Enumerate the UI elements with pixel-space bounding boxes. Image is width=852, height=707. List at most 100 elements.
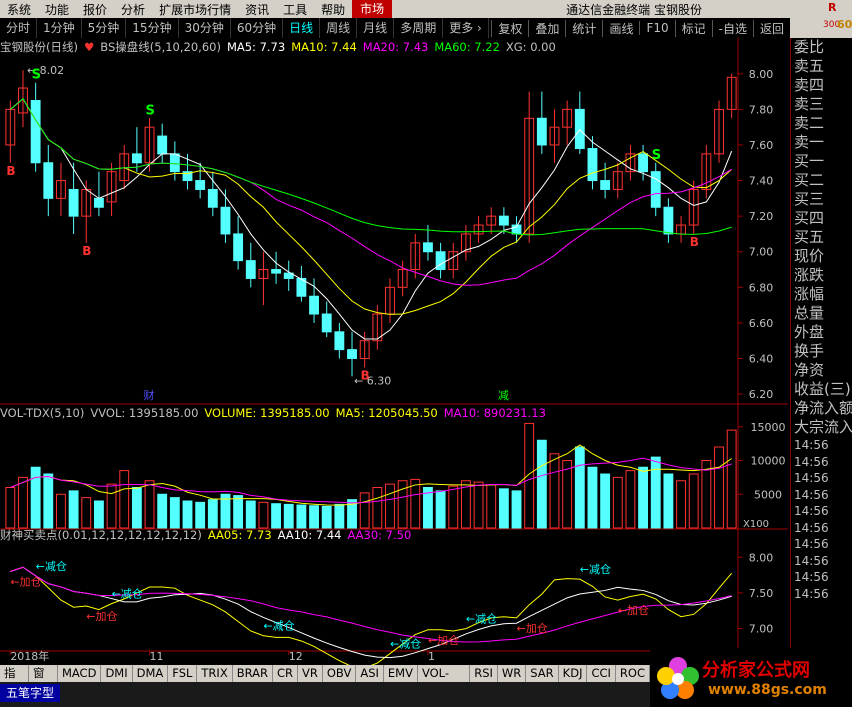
tab-rsi[interactable]: RSI: [470, 665, 498, 682]
volume-bar-down: [334, 503, 345, 529]
stats-button[interactable]: 统计: [565, 19, 602, 37]
chart-area[interactable]: 8.00 7.80 7.60 7.40 7.20 7.00 6.80 6.60 6.40 6.20…: [0, 38, 790, 665]
tab-kdj[interactable]: KDJ: [559, 665, 588, 682]
volume-bar-up: [56, 493, 66, 529]
corner-r: R: [828, 1, 837, 14]
low-price-label: ← 6.30: [354, 374, 391, 387]
buy-signal: B: [6, 164, 15, 178]
tab-obv[interactable]: OBV: [323, 665, 357, 682]
menu-item-extended-market[interactable]: 扩展市场行情: [152, 1, 238, 18]
candle-down: [600, 180, 611, 190]
overlay-button[interactable]: 叠加: [528, 19, 565, 37]
volume-bar-up: [372, 487, 383, 529]
volume-bar-up: [18, 476, 28, 529]
sidebar-item: 换手: [794, 342, 825, 360]
menu-item-tools[interactable]: 工具: [276, 1, 314, 18]
chevron-right-icon: ›: [477, 21, 482, 35]
adjust-button[interactable]: 复权: [491, 19, 528, 37]
tab-dma[interactable]: DMA: [133, 665, 169, 682]
period-multi[interactable]: 多周期: [394, 18, 444, 38]
trade-time: 14:56: [794, 487, 829, 502]
tab-wr[interactable]: WR: [498, 665, 527, 682]
period-weekly[interactable]: 周线: [320, 18, 358, 38]
menu-item-news[interactable]: 资讯: [238, 1, 276, 18]
volume-bar-up: [625, 470, 636, 529]
sidebar-item: 涨幅: [794, 285, 825, 303]
sell-signal: S: [652, 148, 661, 163]
trade-time: 14:56: [794, 504, 829, 518]
candle-down: [43, 162, 54, 199]
menu-item-quote[interactable]: 报价: [76, 1, 114, 18]
draw-button[interactable]: 画线: [602, 19, 639, 37]
watchlist-button[interactable]: -自选: [711, 19, 753, 37]
tab-vol-tdx[interactable]: VOL-TDX: [418, 665, 471, 697]
tab-asi[interactable]: ASI: [356, 665, 384, 682]
volume-bar-up: [688, 473, 699, 529]
tab-indicator[interactable]: 指标: [0, 665, 29, 697]
trade-time: 14:56: [794, 570, 829, 584]
mark-button[interactable]: 标记: [674, 19, 712, 37]
tab-window[interactable]: 窗口: [29, 665, 58, 697]
period-monthly[interactable]: 月线: [357, 18, 395, 38]
tab-emv[interactable]: EMV: [384, 665, 418, 682]
candle-down: [347, 349, 357, 360]
price-tick-label: 8.00: [749, 68, 774, 81]
tab-dmi[interactable]: DMI: [101, 665, 133, 682]
tab-sar[interactable]: SAR: [526, 665, 559, 682]
period-more[interactable]: 更多 ›: [443, 18, 489, 38]
sidebar-item: 买三: [794, 190, 825, 208]
volume-bar-down: [245, 500, 256, 529]
back-button[interactable]: 返回: [752, 19, 790, 37]
tab-vr[interactable]: VR: [298, 665, 323, 682]
tab-cci[interactable]: CCI: [587, 665, 616, 682]
sidebar-item: 涨跌: [794, 266, 825, 284]
tab-macd[interactable]: MACD: [58, 665, 102, 682]
sidebar-item: 净资: [794, 361, 825, 379]
volume-bar-down: [233, 495, 244, 529]
menu-item-analysis[interactable]: 分析: [114, 1, 152, 18]
volume-bar-down: [511, 490, 522, 529]
menu-market-button[interactable]: 市场: [352, 0, 393, 18]
logo-url: www.88gs.com: [708, 682, 827, 698]
menu-item-help[interactable]: 帮助: [314, 1, 352, 18]
volume-bar-up: [726, 429, 737, 529]
tab-cr[interactable]: CR: [273, 665, 299, 682]
ime-indicator[interactable]: 五笔字型: [0, 684, 61, 702]
period-more-label: 更多: [449, 21, 474, 35]
tab-fsl[interactable]: FSL: [168, 665, 198, 682]
period-60min[interactable]: 60分钟: [231, 18, 284, 38]
menu-item-function[interactable]: 功能: [38, 1, 76, 18]
indicator-tick-label: 8.00: [749, 551, 774, 564]
candle-down: [207, 188, 218, 208]
menu-item-system[interactable]: 系统: [0, 1, 38, 18]
ma20-line: [10, 97, 732, 286]
tab-roc[interactable]: ROC: [616, 665, 650, 682]
period-daily[interactable]: 日线: [283, 18, 321, 38]
tab-brar[interactable]: BRAR: [233, 665, 273, 682]
buy-signal: B: [82, 244, 91, 258]
price-tick-label: 7.20: [749, 210, 774, 223]
period-30min[interactable]: 30分钟: [179, 18, 231, 38]
tab-trix[interactable]: TRIX: [197, 665, 233, 682]
volume-bar-down: [157, 493, 168, 529]
candle-down: [423, 242, 433, 253]
reduce-position-label: ←减仓: [580, 562, 611, 576]
price-tick-label: 7.40: [749, 175, 774, 188]
candle-down: [68, 188, 79, 217]
trade-time: 14:56: [794, 537, 829, 551]
period-5min[interactable]: 5分钟: [82, 18, 127, 38]
event-marker: 减: [498, 389, 509, 402]
quote-sidebar: 委比 卖五 卖四 卖三 卖二 卖一 买一 买二 买三 买四 买五 现价 涨跌 涨…: [790, 38, 852, 707]
volume-bar-down: [638, 466, 649, 529]
price-tick-label: 6.60: [749, 317, 774, 330]
sidebar-item: 收益(三): [794, 380, 851, 398]
period-1min[interactable]: 1分钟: [37, 18, 82, 38]
period-15min[interactable]: 15分钟: [126, 18, 179, 38]
volume-bar-down: [43, 473, 54, 529]
volume-bar-down: [321, 505, 332, 529]
f10-button[interactable]: F10: [639, 21, 674, 35]
volume-bar-up: [612, 476, 623, 529]
volume-bar-down: [536, 439, 547, 529]
period-tick[interactable]: 分时: [0, 18, 38, 38]
ma5-line: [10, 97, 733, 340]
